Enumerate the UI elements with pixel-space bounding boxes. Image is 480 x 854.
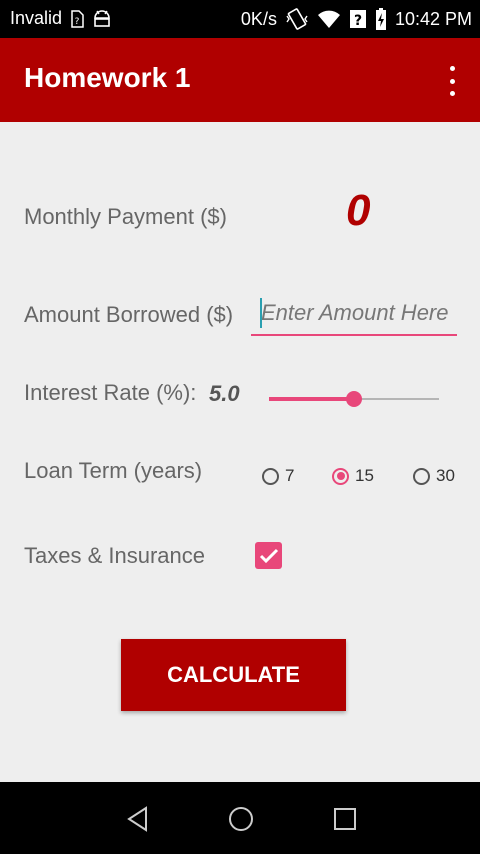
navigation-bar: [0, 782, 480, 854]
radio-label: 7: [285, 466, 295, 485]
interest-rate-value: 5.0: [209, 381, 240, 406]
calculate-button[interactable]: CALCULATE: [121, 639, 346, 711]
loan-term-radio-group: 7 15 30: [262, 466, 457, 496]
sim-unknown-icon: ?: [70, 9, 84, 28]
radio-label: 15: [355, 466, 374, 485]
amount-borrowed-label: Amount Borrowed ($): [24, 302, 234, 327]
android-debug-icon: [92, 9, 112, 28]
check-icon: [259, 548, 278, 563]
loan-form: Monthly Payment ($) 0 Amount Borrowed ($…: [0, 122, 480, 782]
monthly-payment-label: Monthly Payment ($): [24, 204, 227, 229]
interest-rate-slider[interactable]: [269, 388, 439, 410]
taxes-insurance-checkbox[interactable]: [255, 542, 282, 569]
loan-term-label: Loan Term (years): [24, 458, 203, 483]
radio-term-30[interactable]: 30: [413, 466, 455, 486]
network-speed-text: 0K/s: [240, 8, 277, 29]
svg-text:?: ?: [75, 17, 80, 27]
recents-icon[interactable]: [330, 804, 360, 834]
menu-dot: [449, 91, 455, 96]
text-cursor: [260, 298, 262, 328]
home-icon[interactable]: [226, 804, 256, 834]
radio-circle: [413, 467, 430, 485]
radio-term-15[interactable]: 15: [332, 466, 374, 486]
status-left: Invalid ?: [10, 8, 112, 29]
svg-text:?: ?: [354, 13, 362, 29]
radio-circle: [262, 467, 279, 485]
radio-label: 30: [436, 466, 455, 485]
menu-dot: [449, 66, 455, 71]
status-right: 0K/s ? 10:42 PM: [241, 8, 472, 30]
signal-unknown-icon: ?: [349, 9, 367, 29]
radio-term-7[interactable]: 7: [262, 466, 294, 486]
carrier-text: Invalid: [10, 8, 63, 28]
overflow-menu-icon[interactable]: [442, 66, 462, 96]
wifi-icon: [317, 9, 341, 29]
amount-borrowed-input[interactable]: [251, 292, 457, 336]
app-title: Homework 1: [24, 62, 191, 93]
app-bar: Homework 1: [0, 38, 480, 122]
slider-fill: [269, 397, 354, 401]
vibrate-icon: [285, 8, 309, 30]
taxes-insurance-label: Taxes & Insurance: [24, 543, 205, 568]
menu-dot: [449, 78, 455, 84]
radio-circle: [332, 467, 349, 485]
clock-text: 10:42 PM: [394, 8, 472, 29]
battery-charging-icon: [375, 8, 387, 30]
monthly-payment-value: 0: [346, 186, 371, 235]
status-bar: Invalid ? 0K/s ? 10:42 PM: [0, 0, 480, 38]
slider-thumb[interactable]: [346, 391, 362, 407]
interest-rate-label: Interest Rate (%):: [24, 380, 197, 405]
back-icon[interactable]: [123, 804, 153, 834]
